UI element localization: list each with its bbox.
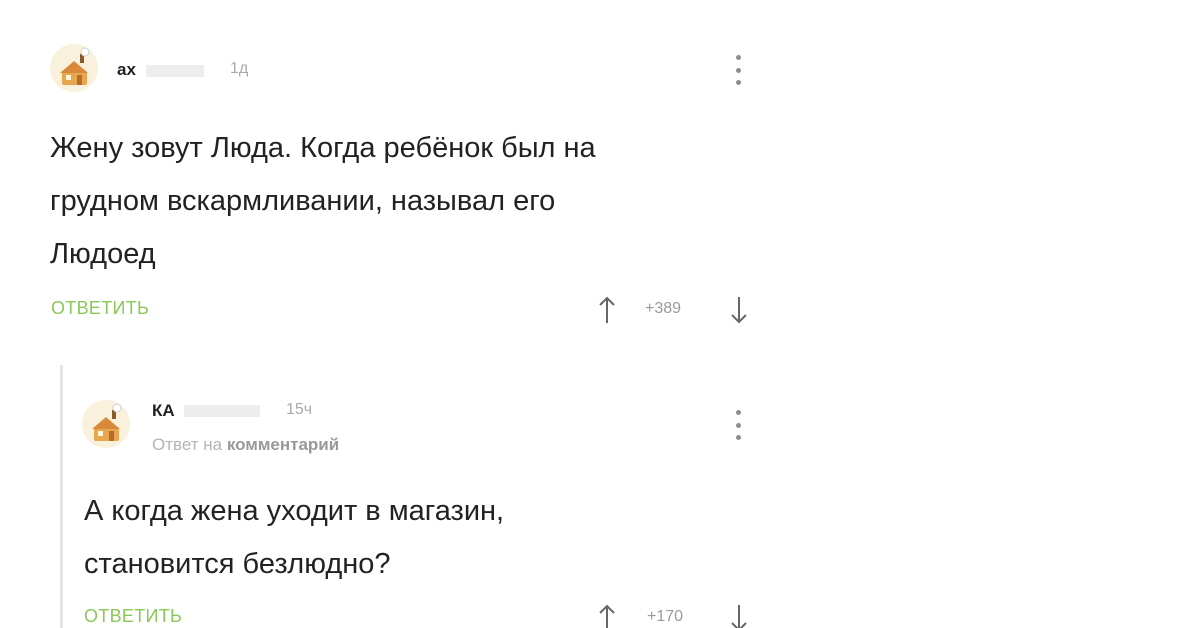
timestamp: 15ч (286, 401, 313, 418)
reply-thread-line (60, 365, 63, 628)
avatar[interactable] (50, 44, 98, 92)
timestamp: 1д (230, 60, 249, 77)
reply-comment: КА 15ч Ответ на комментарий А когда жена… (60, 365, 780, 628)
reply-button[interactable]: ОТВЕТИТЬ (51, 298, 149, 319)
avatar-icon (50, 44, 98, 92)
comment-text: А когда жена уходит в магазин, становитс… (84, 485, 744, 591)
arrow-up-icon[interactable] (598, 603, 616, 628)
reply-to-prefix: Ответ на (152, 435, 223, 454)
more-menu-icon[interactable] (733, 410, 743, 440)
comment-text-line: Жену зовут Люда. Когда ребёнок был на (50, 132, 596, 164)
comment-text-line: становится безлюдно? (84, 548, 391, 580)
rating: +170 (647, 608, 684, 625)
rating: +389 (645, 300, 682, 317)
reply-button[interactable]: ОТВЕТИТЬ (84, 606, 182, 627)
comment-text-line: грудном вскармливании, называл его (50, 185, 556, 217)
username-mask (184, 405, 260, 417)
comment-text-line: А когда жена уходит в магазин, (84, 495, 505, 527)
reply-to-target[interactable]: комментарий (227, 435, 339, 454)
username-mask (146, 65, 204, 77)
comment-text: Жену зовут Люда. Когда ребёнок был на гр… (50, 122, 750, 281)
avatar[interactable] (82, 400, 130, 448)
arrow-down-icon[interactable] (730, 295, 748, 325)
comment-text-line: Людоед (50, 238, 156, 270)
username[interactable]: КА (152, 401, 175, 421)
username[interactable]: ах (117, 60, 136, 80)
more-menu-icon[interactable] (733, 55, 743, 85)
avatar-icon (82, 400, 130, 448)
arrow-down-icon[interactable] (730, 603, 748, 628)
reply-to-note[interactable]: Ответ на комментарий (152, 435, 339, 455)
comment: ах 1д Жену зовут Люда. Когда ребёнок был… (0, 0, 780, 340)
arrow-up-icon[interactable] (598, 295, 616, 325)
